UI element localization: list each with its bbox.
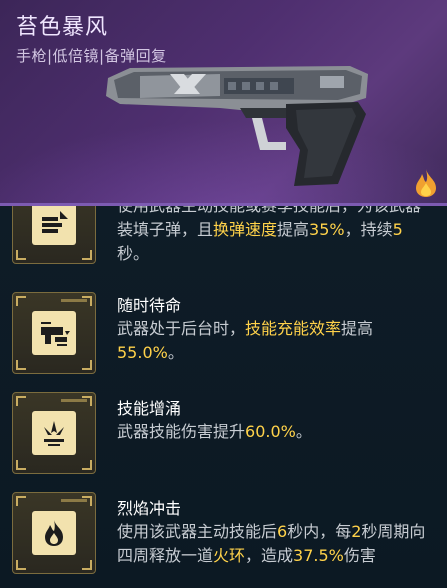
description-text: 提高 [341,319,374,338]
description-text: 使用武器主动技能或赛季技能后， [117,206,357,215]
perk-icon-frame [12,292,96,374]
highlight-value: 技能充能效率 [245,319,342,338]
highlight-value: 37.5% [293,546,344,565]
description-text: 秒内，每 [287,522,352,541]
highlight-value: 换弹速度 [213,220,278,239]
description-text: 武器技能伤害提升 [117,422,246,441]
flame-icon [416,169,436,197]
flame-burst-icon [32,511,76,555]
description-text: 。 [295,422,312,441]
ammo-reload-icon [32,206,76,245]
description-text: 秒。 [117,244,150,263]
highlight-value: 2 [351,522,362,541]
perk-description: 武器处于后台时，技能充能效率提高 55.0%。 [117,317,429,365]
description-text: 武器处于后台时， [117,319,246,338]
perk-description: 使用武器主动技能或赛季技能后，为该武器装填子弹，且换弹速度提高35%，持续5秒。 [117,206,429,266]
highlight-value: 火环 [213,546,246,565]
highlight-value: 55.0% [117,343,168,362]
weapon-name: 苔色暴风 [16,15,109,40]
skill-surge-icon [32,411,76,455]
perk-description: 使用该武器主动技能后6秒内，每2秒周期向四周释放一道火环，造成37.5%伤害 [117,520,429,568]
perk-icon-frame [12,392,96,474]
highlight-value: 35% [309,220,345,239]
perk-description: 武器技能伤害提升60.0%。 [117,420,429,444]
description-text: 提高 [277,220,310,239]
perk-name: 随时待命 [117,296,182,315]
description-text: 使用该武器主动技能后 [117,522,278,541]
highlight-value: 5 [392,220,403,239]
perk-icon-frame [12,206,96,264]
description-text: 伤害 [343,546,376,565]
perk-name: 烈焰冲击 [117,499,182,518]
pistol-image [106,66,368,186]
description-text: ，持续 [344,220,393,239]
weapon-header: 苔色暴风 手枪|低倍镜|备弹回复 [0,0,447,206]
description-text: 。 [167,343,184,362]
swap-weapon-icon [32,311,76,355]
description-text: ，造成 [245,546,294,565]
perk-list[interactable]: 使用武器主动技能或赛季技能后，为该武器装填子弹，且换弹速度提高35%，持续5秒。… [0,206,447,588]
perk-icon-frame [12,492,96,574]
highlight-value: 6 [277,522,288,541]
highlight-value: 60.0% [245,422,296,441]
perk-name: 技能增涌 [117,399,182,418]
